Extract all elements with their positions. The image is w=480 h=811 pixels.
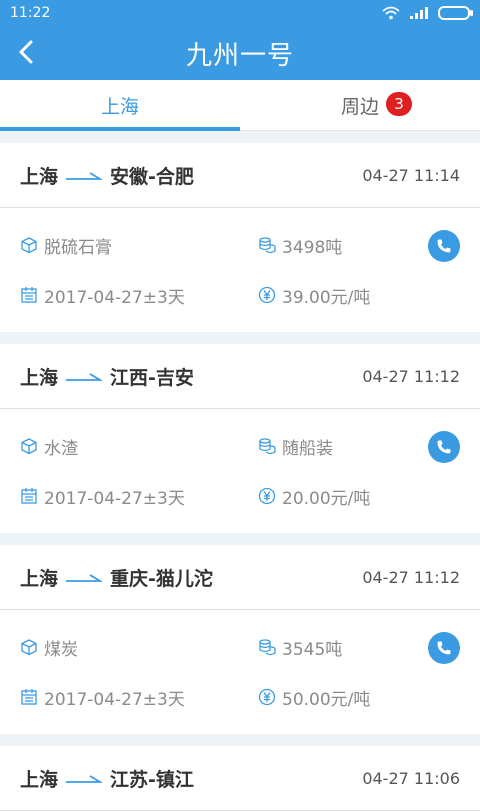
freight-price: 20.00元/吨 [258,484,370,509]
post-time: 04-27 11:12 [362,567,460,587]
cargo-card[interactable]: 上海 江苏-镇江 04-27 11:06 [0,746,480,811]
price-value: 20.00元/吨 [282,488,371,509]
yuan-icon [258,688,276,706]
route-arrow-icon [66,373,103,381]
post-time: 04-27 11:06 [362,768,460,788]
origin: 上海 [20,567,59,590]
coins-icon [259,237,276,254]
cargo-card[interactable]: 上海 安徽-合肥 04-27 11:14 脱硫石膏 3498吨 2017-04-… [0,143,480,332]
origin: 上海 [20,768,59,791]
cargo-quantity: 随船装 [258,434,333,459]
card-header: 上海 重庆-猫儿沱 04-27 11:12 [0,545,480,610]
cargo-name: 脱硫石膏 [44,237,112,258]
notification-badge: 3 [386,92,412,116]
quantity-value: 3545吨 [282,639,343,660]
page-title: 九州一号 [185,40,294,71]
cargo-quantity: 3545吨 [258,635,342,660]
tab-bar: 上海 周边 3 [0,80,480,131]
status-time: 11:22 [10,5,51,21]
top-bar: 11:22 九州一号 [0,0,480,80]
card-row: 水渣 随船装 [20,421,460,471]
status-icons [382,6,473,20]
status-bar: 11:22 [0,0,480,26]
destination: 重庆-猫儿沱 [110,567,213,590]
route: 上海 江西-吉安 [20,363,194,390]
coins-icon [259,438,276,455]
date-value: 2017-04-27±3天 [44,689,185,710]
calendar-icon [21,488,37,504]
cargo-card[interactable]: 上海 重庆-猫儿沱 04-27 11:12 煤炭 3545吨 2017-04-2… [0,545,480,734]
active-tab-indicator [0,127,240,131]
app-bar: 九州一号 [0,26,480,80]
route: 上海 重庆-猫儿沱 [20,564,213,591]
route: 上海 安徽-合肥 [20,162,194,189]
call-button[interactable] [428,431,460,463]
card-row: 2017-04-27±3天 39.00元/吨 [20,270,460,320]
call-button[interactable] [428,230,460,262]
battery-icon [438,6,473,20]
cargo-type: 脱硫石膏 [20,233,258,258]
phone-icon [437,641,451,655]
cargo-name: 水渣 [44,438,78,459]
coins-icon [259,639,276,656]
box-icon [21,438,37,455]
card-row: 2017-04-27±3天 20.00元/吨 [20,471,460,521]
card-header: 上海 安徽-合肥 04-27 11:14 [0,143,480,208]
route-arrow-icon [66,775,103,783]
card-row: 2017-04-27±3天 50.00元/吨 [20,672,460,722]
cargo-list: 上海 安徽-合肥 04-27 11:14 脱硫石膏 3498吨 2017-04-… [0,131,480,811]
cargo-quantity: 3498吨 [258,233,342,258]
load-date: 2017-04-27±3天 [20,484,258,509]
cargo-type: 水渣 [20,434,258,459]
card-header: 上海 江西-吉安 04-27 11:12 [0,344,480,409]
post-time: 04-27 11:12 [362,366,460,386]
destination: 安徽-合肥 [110,165,194,188]
price-value: 39.00元/吨 [282,287,371,308]
destination: 江西-吉安 [110,366,194,389]
box-icon [21,237,37,254]
phone-icon [437,440,451,454]
route-arrow-icon [66,574,103,582]
yuan-icon [258,487,276,505]
calendar-icon [21,287,37,303]
tab-shanghai[interactable]: 上海 [0,80,240,130]
yuan-icon [258,286,276,304]
call-button[interactable] [428,632,460,664]
wifi-icon [382,6,400,20]
destination: 江苏-镇江 [110,768,194,791]
date-value: 2017-04-27±3天 [44,287,185,308]
card-row: 煤炭 3545吨 [20,622,460,672]
box-icon [21,639,37,656]
origin: 上海 [20,165,59,188]
cargo-type: 煤炭 [20,635,258,660]
card-header: 上海 江苏-镇江 04-27 11:06 [0,746,480,811]
chevron-left-icon [19,40,33,64]
load-date: 2017-04-27±3天 [20,685,258,710]
cargo-card[interactable]: 上海 江西-吉安 04-27 11:12 水渣 随船装 2017-04-27±3… [0,344,480,533]
freight-price: 39.00元/吨 [258,283,370,308]
freight-price: 50.00元/吨 [258,685,370,710]
route-arrow-icon [66,172,103,180]
origin: 上海 [20,366,59,389]
card-body: 煤炭 3545吨 2017-04-27±3天 50.00元/吨 [0,610,480,734]
date-value: 2017-04-27±3天 [44,488,185,509]
phone-icon [437,239,451,253]
route: 上海 江苏-镇江 [20,765,194,792]
price-value: 50.00元/吨 [282,689,371,710]
quantity-value: 随船装 [282,438,333,459]
tab-label: 周边 [340,95,379,118]
load-date: 2017-04-27±3天 [20,283,258,308]
calendar-icon [21,689,37,705]
tab-nearby[interactable]: 周边 [240,80,480,130]
card-body: 水渣 随船装 2017-04-27±3天 20.00元/吨 [0,409,480,533]
card-body: 脱硫石膏 3498吨 2017-04-27±3天 39.00元/吨 [0,208,480,332]
back-button[interactable] [10,36,42,68]
signal-icon [410,7,428,19]
cargo-name: 煤炭 [44,639,78,660]
card-row: 脱硫石膏 3498吨 [20,220,460,270]
quantity-value: 3498吨 [282,237,343,258]
post-time: 04-27 11:14 [362,165,460,185]
tab-label: 上海 [100,95,139,118]
